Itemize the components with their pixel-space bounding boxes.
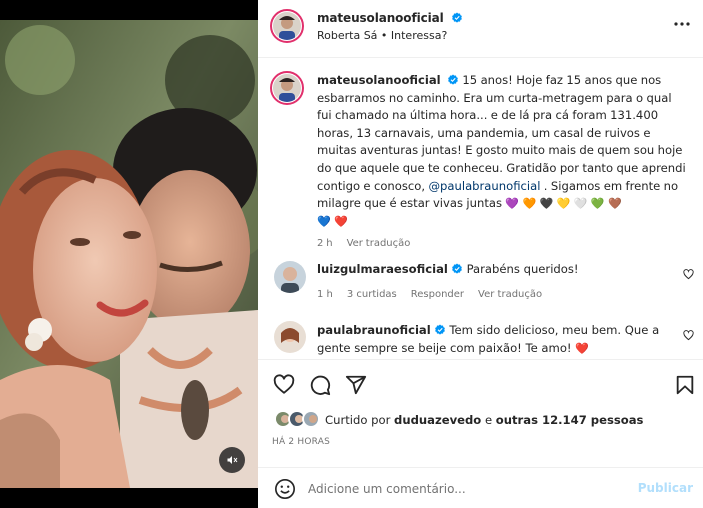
comment-time[interactable]: 1 h: [317, 289, 333, 300]
emoji-icon[interactable]: [274, 478, 296, 500]
likes-text[interactable]: Curtido por duduazevedo e outras 12.147 …: [325, 413, 643, 427]
comment-meta: 1 h 3 curtidas Responder Ver tradução: [317, 286, 677, 304]
mute-icon: [227, 456, 238, 464]
comment-input[interactable]: [308, 478, 628, 500]
likes-middle: e: [481, 413, 496, 427]
comment-like-icon[interactable]: [683, 330, 694, 341]
comment-avatar[interactable]: [274, 261, 306, 293]
caption-heart: 💚: [590, 197, 605, 211]
likes-others[interactable]: outras 12.147 pessoas: [496, 413, 644, 427]
author-avatar[interactable]: [270, 9, 304, 43]
caption-heart: 🤎: [607, 197, 622, 211]
liker-avatars: [274, 410, 324, 430]
action-bar: [258, 359, 703, 407]
comment-composer: Publicar: [258, 467, 703, 508]
likes-summary[interactable]: Curtido por duduazevedo e outras 12.147 …: [272, 408, 692, 432]
likes-prefix: Curtido por: [325, 413, 395, 427]
caption-heart: 🧡: [522, 197, 537, 211]
comment-icon[interactable]: [309, 374, 331, 396]
like-icon[interactable]: [273, 374, 295, 396]
caption-meta: 2 h Ver tradução: [317, 235, 689, 253]
caption-mention[interactable]: @paulabraunoficial: [428, 179, 540, 193]
share-icon[interactable]: [345, 374, 367, 396]
caption: mateusolanooficial 15 anos! Hoje faz 15 …: [317, 72, 689, 253]
comment-translate-link[interactable]: Ver tradução: [478, 289, 542, 300]
comment-avatar[interactable]: [274, 321, 306, 353]
save-icon[interactable]: [674, 374, 696, 396]
comment-username[interactable]: luizgulmaraesoficial: [317, 262, 448, 276]
likes-user[interactable]: duduazevedo: [394, 413, 481, 427]
caption-time[interactable]: 2 h: [317, 238, 333, 249]
verified-badge-icon: [451, 263, 462, 274]
verified-badge-icon: [451, 12, 462, 23]
comment-text: Parabéns queridos!: [466, 262, 579, 276]
caption-text-1: 15 anos! Hoje faz 15 anos que nos esbarr…: [317, 73, 686, 193]
comment-item: paulabraunoficial Tem sido delicioso, me…: [317, 322, 677, 357]
caption-username[interactable]: mateusolanooficial: [317, 73, 441, 87]
audio-subtitle[interactable]: Roberta Sá • Interessa?: [317, 29, 447, 42]
caption-avatar[interactable]: [270, 71, 304, 105]
comment-likes[interactable]: 3 curtidas: [347, 289, 397, 300]
comment-like-icon[interactable]: [683, 269, 694, 280]
caption-heart: 🤍: [573, 197, 588, 211]
post-photo[interactable]: [0, 20, 258, 488]
post-media[interactable]: [0, 0, 258, 508]
comment-reply-button[interactable]: Responder: [411, 289, 464, 300]
verified-badge-icon: [434, 324, 445, 335]
caption-heart: 💛: [556, 197, 571, 211]
publish-button[interactable]: Publicar: [638, 481, 693, 495]
caption-heart: 🖤: [539, 197, 554, 211]
liker-avatar: [302, 410, 320, 428]
comment-heart: ❤️: [575, 341, 589, 355]
post-panel: mateusolanooficial Roberta Sá • Interess…: [258, 0, 703, 508]
more-options-icon[interactable]: [673, 20, 691, 28]
post-date[interactable]: HÁ 2 HORAS: [272, 437, 330, 447]
mute-button[interactable]: [219, 447, 245, 473]
caption-heart: 💜: [505, 197, 520, 211]
comment-username[interactable]: paulabraunoficial: [317, 323, 431, 337]
verified-badge-icon: [448, 74, 458, 85]
comment-item: luizgulmaraesoficial Parabéns queridos! …: [317, 261, 677, 303]
caption-heart: 💙: [317, 214, 331, 228]
author-name-text[interactable]: mateusolanooficial: [317, 11, 444, 25]
caption-heart: ❤️: [334, 214, 348, 228]
post-header: mateusolanooficial Roberta Sá • Interess…: [258, 0, 703, 58]
author-username[interactable]: mateusolanooficial: [317, 11, 463, 25]
caption-translate-link[interactable]: Ver tradução: [347, 238, 411, 249]
